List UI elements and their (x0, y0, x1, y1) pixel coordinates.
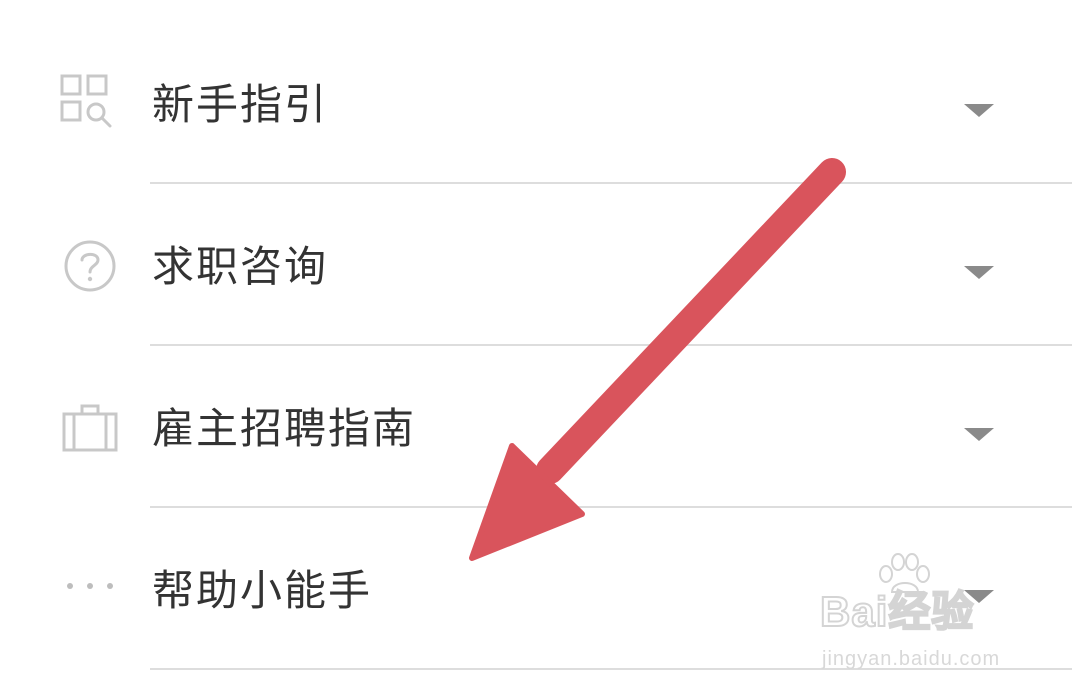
grid-search-icon (60, 74, 112, 128)
menu-item-newbie-guide[interactable]: 新手指引 (0, 24, 1072, 186)
menu-item-help-assistant[interactable]: 帮助小能手 (0, 508, 1072, 670)
menu-item-job-consulting[interactable]: 求职咨询 (0, 184, 1072, 346)
more-dots-icon (67, 583, 113, 589)
divider (150, 668, 1072, 670)
help-menu-page: 新手指引 求职咨询 雇主招聘指南 帮助小能手 Bai经验 jingyan.bai… (0, 0, 1072, 696)
caret-down-icon[interactable] (962, 586, 996, 606)
menu-item-label: 帮助小能手 (152, 566, 373, 615)
caret-down-icon[interactable] (962, 100, 996, 120)
caret-down-icon[interactable] (962, 262, 996, 282)
menu-item-employer-guide[interactable]: 雇主招聘指南 (0, 346, 1072, 508)
caret-down-icon[interactable] (962, 424, 996, 444)
menu-item-label: 求职咨询 (152, 242, 329, 291)
menu-item-label: 新手指引 (152, 80, 329, 129)
menu-item-label: 雇主招聘指南 (152, 404, 417, 453)
question-circle-icon (64, 240, 116, 292)
briefcase-icon (62, 404, 118, 452)
